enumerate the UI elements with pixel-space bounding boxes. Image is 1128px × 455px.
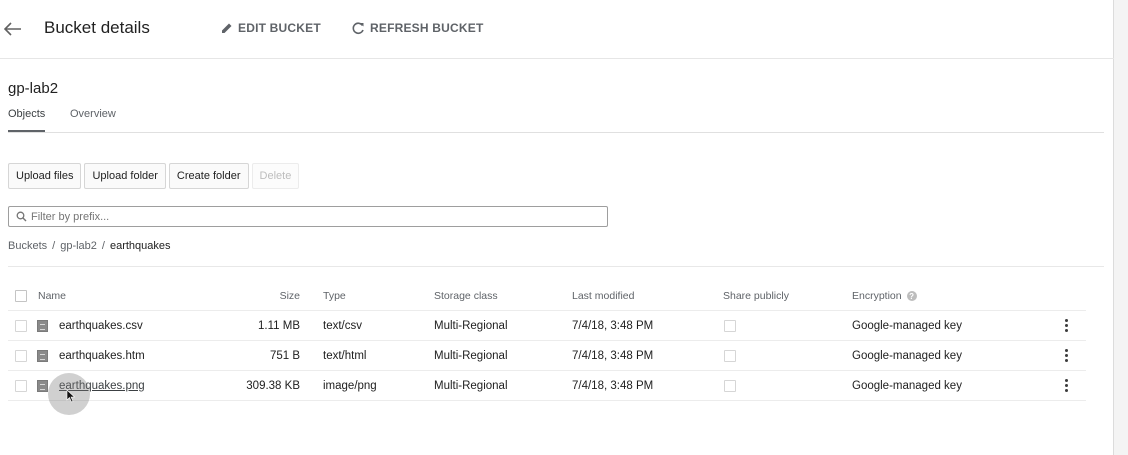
top-bar: Bucket details EDIT BUCKET REFRESH BUCKE…: [0, 0, 1114, 59]
upload-folder-button[interactable]: Upload folder: [84, 163, 166, 189]
file-name-cell: earthquakes.csv: [59, 311, 143, 340]
column-last-modified[interactable]: Last modified: [572, 282, 634, 310]
file-last-modified: 7/4/18, 3:48 PM: [572, 319, 654, 332]
info-icon[interactable]: ?: [906, 291, 917, 301]
refresh-icon: [352, 21, 364, 34]
more-vert-icon: [1064, 349, 1068, 362]
mouse-pointer-icon: [66, 389, 76, 403]
file-encryption: Google-managed key: [852, 349, 962, 362]
tab-overview[interactable]: Overview: [70, 108, 116, 131]
object-toolbar: Upload files Upload folder Create folder…: [8, 163, 300, 189]
column-share-publicly: Share publicly: [723, 290, 789, 302]
column-encryption: Encryption ?: [852, 282, 917, 310]
file-storage-class: Multi-Regional: [434, 379, 508, 392]
file-type: text/html: [323, 349, 367, 362]
file-encryption: Google-managed key: [852, 379, 962, 392]
table-row: earthquakes.csv 1.11 MB text/csv Multi-R…: [8, 311, 1086, 341]
row-menu-button[interactable]: [1058, 311, 1074, 340]
row-checkbox-cell: [15, 371, 27, 400]
file-size: 751 B: [269, 349, 300, 362]
arrow-back-icon: [4, 22, 21, 36]
row-menu-button[interactable]: [1058, 371, 1074, 400]
filter-input[interactable]: [29, 210, 593, 223]
file-last-modified: 7/4/18, 3:48 PM: [572, 349, 654, 362]
share-publicly-cell: [724, 371, 736, 400]
table-header: Name Size Type Storage class Last modifi…: [8, 282, 1086, 311]
page-title: Bucket details: [44, 18, 150, 37]
file-name-link[interactable]: earthquakes.csv: [59, 320, 143, 332]
file-storage-class: Multi-Regional: [434, 319, 508, 332]
file-type: image/png: [323, 379, 377, 392]
row-checkbox-cell: [15, 341, 27, 370]
file-last-modified: 7/4/18, 3:48 PM: [572, 379, 654, 392]
file-size: 1.11 MB: [258, 319, 300, 332]
edit-bucket-label: EDIT BUCKET: [238, 21, 321, 35]
share-publicly-cell: [724, 341, 736, 370]
row-checkbox[interactable]: [15, 349, 27, 362]
pencil-icon: [222, 23, 232, 33]
share-publicly-checkbox[interactable]: [724, 379, 736, 392]
file-storage-class: Multi-Regional: [434, 349, 508, 362]
column-size[interactable]: Size: [208, 282, 300, 310]
table-row: earthquakes.png 309.38 KB image/png Mult…: [8, 371, 1086, 401]
column-type[interactable]: Type: [323, 282, 346, 310]
file-icon: [37, 319, 48, 332]
share-publicly-cell: [724, 311, 736, 340]
breadcrumb-current-folder: earthquakes: [109, 240, 171, 252]
tab-objects[interactable]: Objects: [8, 108, 46, 132]
breadcrumb-bucket[interactable]: gp-lab2: [60, 240, 97, 252]
more-vert-icon: [1064, 379, 1068, 392]
row-checkbox-cell: [15, 311, 27, 340]
refresh-bucket-label: REFRESH BUCKET: [370, 21, 484, 35]
table-row: earthquakes.htm 751 B text/html Multi-Re…: [8, 341, 1086, 371]
select-all-cell: [15, 282, 27, 310]
tab-bar: Objects Overview: [8, 108, 1104, 133]
column-storage-class[interactable]: Storage class: [434, 282, 498, 310]
edit-bucket-button[interactable]: EDIT BUCKET: [221, 21, 321, 35]
breadcrumb-separator: /: [101, 240, 105, 252]
window-right-edge: [1113, 0, 1128, 455]
more-vert-icon: [1064, 319, 1068, 332]
file-icon: [37, 379, 48, 392]
file-name-link[interactable]: earthquakes.htm: [59, 350, 145, 362]
row-checkbox[interactable]: [15, 319, 27, 332]
create-folder-button[interactable]: Create folder: [168, 163, 249, 189]
section-divider: [8, 266, 1104, 267]
bucket-name: gp-lab2: [8, 80, 59, 97]
column-name[interactable]: Name: [38, 282, 66, 310]
delete-button[interactable]: Delete: [251, 163, 300, 189]
select-all-checkbox[interactable]: [15, 290, 27, 302]
breadcrumb: Buckets / gp-lab2 / earthquakes: [8, 240, 171, 252]
row-menu-button[interactable]: [1058, 341, 1074, 370]
upload-files-button[interactable]: Upload files: [8, 163, 82, 189]
back-button[interactable]: [2, 17, 24, 41]
file-icon: [37, 349, 48, 362]
row-checkbox[interactable]: [15, 379, 27, 392]
file-encryption: Google-managed key: [852, 319, 962, 332]
file-icon-cell: [37, 311, 48, 340]
breadcrumb-separator: /: [52, 240, 56, 252]
breadcrumb-buckets[interactable]: Buckets: [8, 240, 47, 252]
refresh-bucket-button[interactable]: REFRESH BUCKET: [352, 21, 483, 35]
search-icon: [13, 209, 29, 225]
file-size: 309.38 KB: [246, 379, 300, 392]
file-type: text/csv: [323, 319, 362, 332]
file-icon-cell: [37, 341, 48, 370]
file-name-cell: earthquakes.htm: [59, 341, 145, 370]
column-encryption-label: Encryption: [852, 290, 902, 302]
share-publicly-checkbox[interactable]: [724, 319, 736, 332]
objects-table: Name Size Type Storage class Last modifi…: [8, 282, 1086, 401]
filter-box: [8, 206, 608, 227]
file-icon-cell: [37, 371, 48, 400]
share-publicly-checkbox[interactable]: [724, 349, 736, 362]
